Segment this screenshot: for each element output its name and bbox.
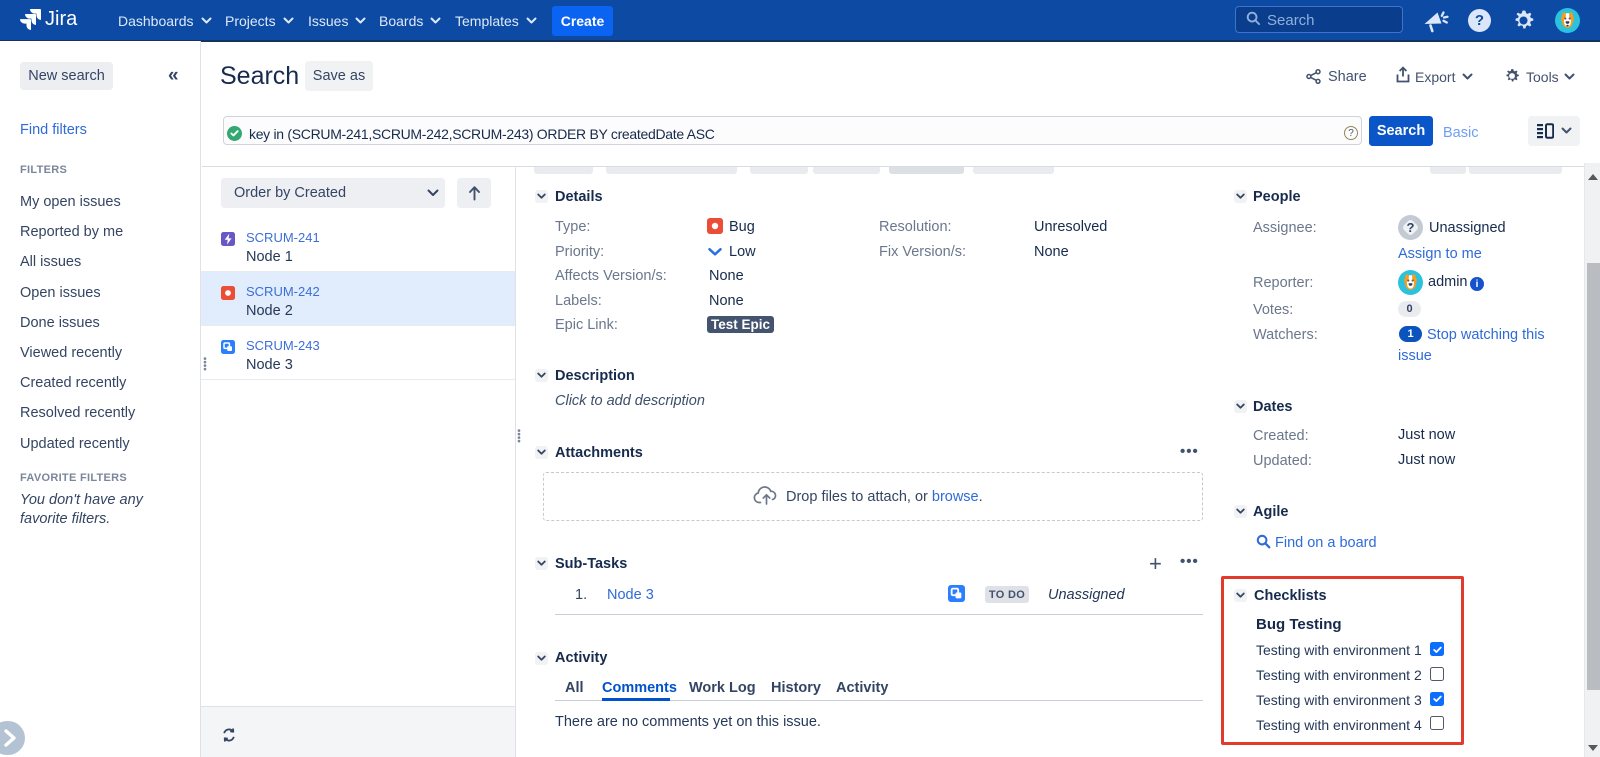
- svg-text:?: ?: [1407, 220, 1415, 235]
